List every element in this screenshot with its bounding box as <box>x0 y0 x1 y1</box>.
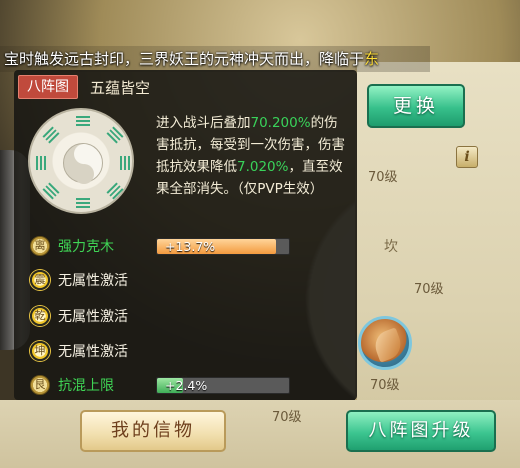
trigram-mark <box>106 126 124 144</box>
my-faith-button[interactable]: 我的信物 <box>80 410 226 452</box>
scrolling-announcement: 宝时触发远古封印，三界妖王的元神冲天而出，降临于东 <box>0 46 430 72</box>
trigram-mark <box>76 198 90 208</box>
pet-avatar[interactable] <box>358 316 412 370</box>
level-label: 70级 <box>368 170 398 185</box>
yinyang-icon <box>63 143 103 184</box>
change-button[interactable]: 更换 <box>367 84 465 128</box>
effect-progress-bar: +2.4% <box>156 376 290 394</box>
trigram-mark <box>76 116 90 126</box>
effect-label: 无属性激活 <box>58 309 128 325</box>
trigram-coin-icon: 乾 <box>30 306 50 326</box>
trigram-mark <box>42 126 60 144</box>
trigram-char: 坎 <box>384 239 398 255</box>
effect-row: 艮 抗混上限 +2.4% <box>30 373 350 397</box>
formation-description: 进入战斗后叠加70.200%的伤害抵抗，每受到一次伤害，伤害抵抗效果降低7.02… <box>156 112 346 200</box>
effect-row: 离 强力克木 +13.7% <box>30 234 350 258</box>
trigram-mark <box>120 156 130 170</box>
effect-row: 坤 无属性激活 <box>30 339 350 363</box>
effect-progress-bar: +13.7% <box>156 237 290 255</box>
effect-value: +2.4% <box>165 377 208 393</box>
formation-name: 五蕴皆空 <box>90 78 151 97</box>
effect-label: 强力克木 <box>58 239 114 255</box>
desc-value: 7.020% <box>237 159 289 175</box>
level-label: 70级 <box>414 282 444 297</box>
effect-row: 震 无属性激活 <box>30 268 350 292</box>
announcement-highlight: 东 <box>364 50 380 68</box>
formation-header: 八阵图 五蕴皆空 <box>18 75 150 99</box>
trigram-coin-icon: 离 <box>30 236 50 256</box>
announcement-text: 宝时触发远古封印，三界妖王的元神冲天而出，降临于 <box>4 50 365 68</box>
level-label: 70级 <box>370 378 400 393</box>
effect-label: 抗混上限 <box>58 378 114 394</box>
info-icon[interactable]: i <box>456 146 478 168</box>
bagua-icon <box>28 108 134 214</box>
trigram-coin-icon: 震 <box>30 270 50 290</box>
trigram-coin-icon: 坤 <box>30 341 50 361</box>
desc-value: 70.200% <box>250 115 311 131</box>
trigram-mark <box>42 182 60 200</box>
effect-value: +13.7% <box>165 238 216 254</box>
trigram-mark <box>36 156 46 170</box>
effect-row: 乾 无属性激活 <box>30 304 350 328</box>
level-label: 70级 <box>272 410 302 425</box>
horn-icon <box>370 327 406 363</box>
effect-label: 无属性激活 <box>58 344 128 360</box>
desc-text: 进入战斗后叠加 <box>156 115 251 131</box>
upgrade-formation-button[interactable]: 八阵图升级 <box>346 410 496 452</box>
effect-label: 无属性激活 <box>58 273 128 289</box>
formation-tag: 八阵图 <box>18 75 78 99</box>
trigram-coin-icon: 艮 <box>30 375 50 395</box>
